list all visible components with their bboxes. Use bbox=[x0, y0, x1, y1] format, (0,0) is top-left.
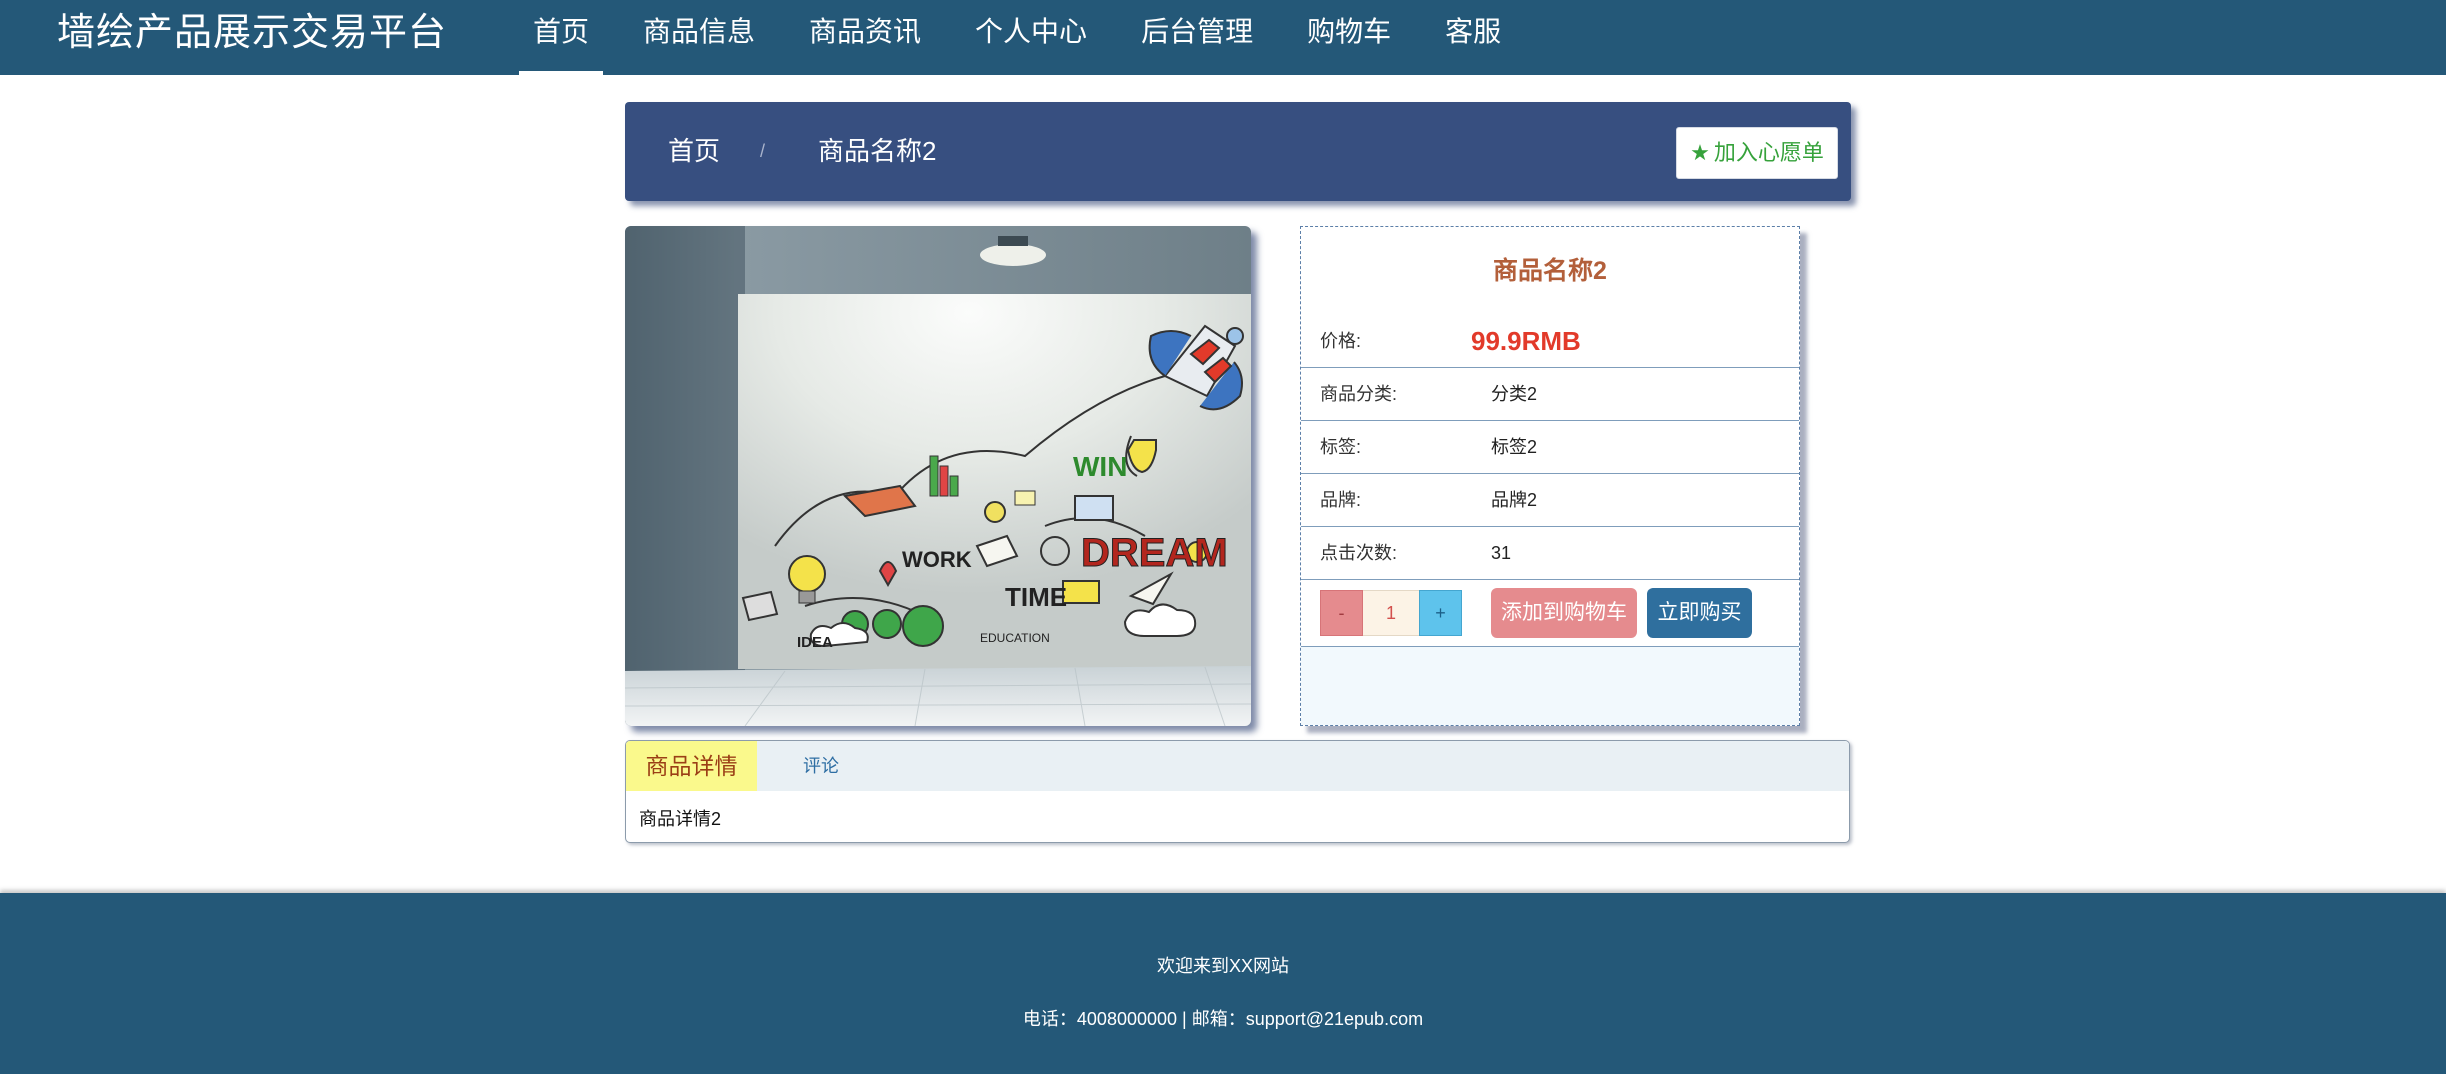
clicks-label: 点击次数: bbox=[1320, 543, 1398, 563]
add-to-cart-button[interactable]: 添加到购物车 bbox=[1491, 588, 1637, 638]
nav-cart[interactable]: 购物车 bbox=[1293, 0, 1405, 75]
add-to-wishlist-button[interactable]: ★ 加入心愿单 bbox=[1676, 127, 1838, 179]
nav-news[interactable]: 商品资讯 bbox=[795, 0, 935, 75]
site-footer: 欢迎来到XX网站 电话：4008000000 | 邮箱：support@21ep… bbox=[0, 893, 2446, 1074]
category-row: 商品分类: 分类2 bbox=[1301, 368, 1799, 421]
product-tabs-panel: 商品详情 评论 商品详情2 bbox=[625, 740, 1850, 843]
nav-home[interactable]: 首页 bbox=[519, 0, 604, 75]
price-row: 价格: 99.9RMB bbox=[1301, 315, 1799, 368]
mural-word-win: WIN bbox=[1073, 451, 1127, 482]
wall-mural-illustration: WIN WORK DREAM TIME IDEA EDUCATION bbox=[625, 226, 1251, 726]
quantity-decrease-button[interactable]: - bbox=[1320, 590, 1363, 636]
breadcrumb: 首页 / 商品名称2 ★ 加入心愿单 bbox=[625, 102, 1851, 201]
site-title: 墙绘产品展示交易平台 bbox=[57, 12, 448, 54]
product-detail-content: 商品详情2 bbox=[639, 809, 722, 829]
mural-word-idea: IDEA bbox=[797, 634, 833, 651]
brand-label: 品牌: bbox=[1320, 490, 1362, 510]
tab-header: 商品详情 评论 bbox=[626, 741, 1849, 791]
info-card-footer bbox=[1301, 647, 1799, 725]
tag-label: 标签: bbox=[1320, 437, 1362, 457]
mural-word-work: WORK bbox=[902, 547, 972, 572]
breadcrumb-separator: / bbox=[760, 141, 766, 161]
quantity-increase-button[interactable]: + bbox=[1419, 590, 1462, 636]
wishlist-label: 加入心愿单 bbox=[1713, 140, 1824, 165]
quantity-stepper: - 1 + bbox=[1320, 590, 1462, 636]
category-value: 分类2 bbox=[1491, 384, 1538, 404]
price-value: 99.9RMB bbox=[1471, 326, 1581, 356]
brand-value: 品牌2 bbox=[1491, 490, 1538, 510]
tag-row: 标签: 标签2 bbox=[1301, 421, 1799, 474]
footer-contact: 电话：4008000000 | 邮箱：support@21epub.com bbox=[1022, 1009, 1424, 1029]
price-label: 价格: bbox=[1320, 331, 1362, 351]
nav-personal-center[interactable]: 个人中心 bbox=[961, 0, 1101, 75]
buy-now-button[interactable]: 立即购买 bbox=[1647, 588, 1752, 638]
product-name: 商品名称2 bbox=[1493, 257, 1607, 285]
brand-row: 品牌: 品牌2 bbox=[1301, 474, 1799, 527]
clicks-value: 31 bbox=[1491, 543, 1512, 563]
top-navbar: 墙绘产品展示交易平台 首页 商品信息 商品资讯 个人中心 后台管理 购物车 客服 bbox=[0, 0, 2446, 75]
mural-word-time: TIME bbox=[1005, 582, 1067, 612]
nav-products[interactable]: 商品信息 bbox=[629, 0, 769, 75]
mural-word-dream: DREAM bbox=[1081, 531, 1228, 575]
tab-product-detail[interactable]: 商品详情 bbox=[626, 741, 757, 791]
quantity-input[interactable]: 1 bbox=[1363, 590, 1419, 636]
breadcrumb-current: 商品名称2 bbox=[818, 136, 937, 166]
breadcrumb-home-link[interactable]: 首页 bbox=[668, 102, 720, 201]
tab-comments[interactable]: 评论 bbox=[803, 741, 839, 791]
main-nav: 首页 商品信息 商品资讯 个人中心 后台管理 购物车 客服 bbox=[519, 0, 1541, 75]
nav-admin[interactable]: 后台管理 bbox=[1127, 0, 1267, 75]
footer-welcome: 欢迎来到XX网站 bbox=[1156, 956, 1289, 976]
product-info-card: 商品名称2 价格: 99.9RMB 商品分类: 分类2 标签: 标签2 品牌: … bbox=[1300, 226, 1800, 726]
tag-value: 标签2 bbox=[1491, 437, 1538, 457]
star-icon: ★ bbox=[1690, 140, 1710, 165]
mural-word-education: EDUCATION bbox=[980, 631, 1050, 645]
clicks-row: 点击次数: 31 bbox=[1301, 527, 1799, 580]
category-label: 商品分类: bbox=[1320, 384, 1398, 404]
nav-customer-service[interactable]: 客服 bbox=[1431, 0, 1515, 75]
product-image: WIN WORK DREAM TIME IDEA EDUCATION bbox=[625, 226, 1251, 726]
